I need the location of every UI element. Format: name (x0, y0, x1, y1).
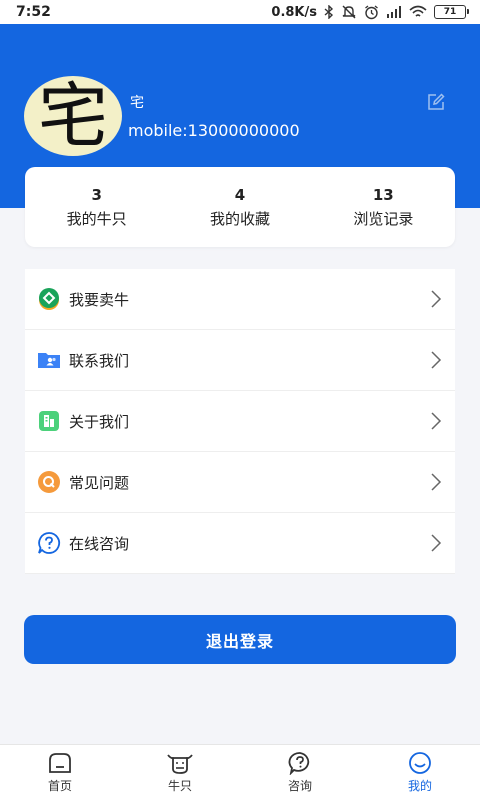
battery-icon: 71 (434, 5, 469, 19)
chevron-right-icon (429, 411, 443, 431)
tab-mine[interactable]: 我的 (360, 745, 480, 800)
stat-count: 3 (91, 185, 102, 204)
user-name: 宅 (130, 95, 144, 111)
menu-item-sell-cattle[interactable]: 我要卖牛 (25, 269, 455, 330)
tab-cattle[interactable]: 牛只 (120, 745, 240, 800)
edit-profile-icon[interactable] (426, 92, 446, 112)
stat-label: 浏览记录 (353, 209, 414, 228)
network-speed: 0.8K/s (271, 4, 317, 20)
wifi-icon (409, 5, 427, 19)
stat-label: 我的收藏 (209, 209, 270, 228)
menu-label: 联系我们 (69, 351, 130, 370)
menu-item-about-us[interactable]: 关于我们 (25, 391, 455, 452)
tab-label: 首页 (47, 779, 72, 793)
stat-count: 4 (234, 185, 246, 204)
sell-icon (37, 287, 61, 311)
menu-label: 在线咨询 (69, 534, 130, 553)
mute-icon (341, 5, 357, 19)
profile-icon (409, 752, 431, 774)
menu-item-online-consult[interactable]: 在线咨询 (25, 513, 455, 574)
stats-card: 3 我的牛只 4 我的收藏 13 浏览记录 (25, 167, 455, 247)
bluetooth-icon (324, 5, 334, 19)
logout-button[interactable]: 退出登录 (24, 615, 456, 664)
chevron-right-icon (429, 472, 443, 492)
menu-label: 关于我们 (69, 412, 130, 431)
contact-folder-icon (37, 348, 61, 372)
tab-consult[interactable]: 咨询 (240, 745, 360, 800)
faq-icon (37, 470, 61, 494)
chevron-right-icon (429, 350, 443, 370)
avatar[interactable]: 宅 (24, 76, 122, 156)
menu-item-faq[interactable]: 常见问题 (25, 452, 455, 513)
stat-count: 13 (372, 185, 394, 204)
alarm-icon (364, 4, 379, 20)
tab-label: 我的 (407, 779, 432, 793)
stat-my-cattle[interactable]: 3 我的牛只 (25, 167, 168, 247)
consult-icon (288, 752, 310, 775)
menu-list: 我要卖牛 联系我们 关于我们 常见问题 在线咨询 (25, 269, 455, 574)
home-icon (49, 753, 71, 773)
question-icon (37, 531, 61, 555)
cow-icon (167, 754, 193, 774)
status-icons: 0.8K/s 71 (271, 4, 469, 20)
about-icon (37, 409, 61, 433)
bottom-tab-bar: 首页 牛只 咨询 我的 (0, 744, 480, 800)
menu-label: 我要卖牛 (69, 290, 130, 309)
status-time: 7:52 (16, 4, 51, 20)
tab-label: 牛只 (167, 779, 192, 793)
menu-item-contact-us[interactable]: 联系我们 (25, 330, 455, 391)
tab-label: 咨询 (287, 779, 312, 793)
status-bar: 7:52 0.8K/s 71 (0, 0, 480, 24)
user-mobile: mobile:13000000000 (128, 121, 300, 140)
stat-label: 我的牛只 (66, 209, 127, 228)
chevron-right-icon (429, 289, 443, 309)
stat-my-favorites[interactable]: 4 我的收藏 (168, 167, 311, 247)
tab-home[interactable]: 首页 (0, 745, 120, 800)
stat-browse-history[interactable]: 13 浏览记录 (312, 167, 455, 247)
chevron-right-icon (429, 533, 443, 553)
signal-icon (386, 5, 402, 19)
menu-label: 常见问题 (69, 473, 130, 492)
avatar-text: 宅 (38, 76, 108, 156)
